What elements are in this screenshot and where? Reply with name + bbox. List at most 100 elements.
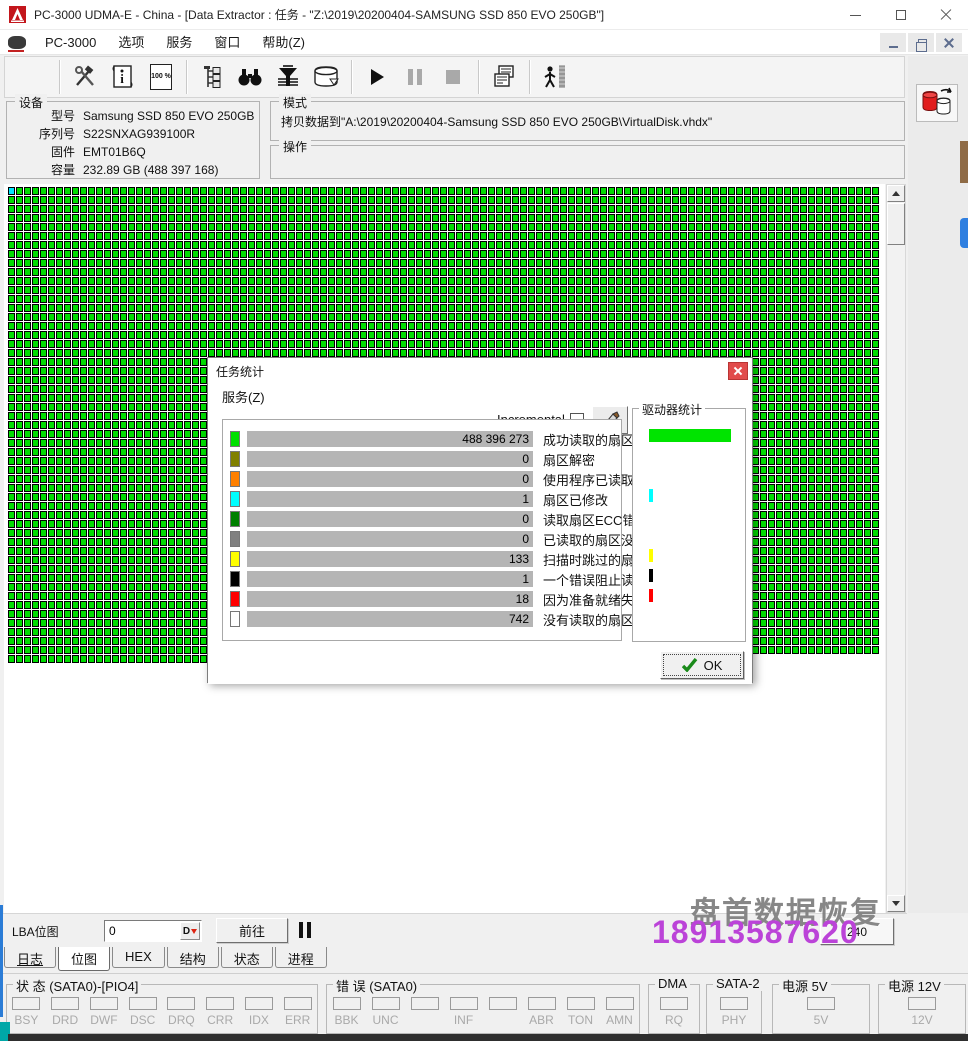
map-cell[interactable] [448, 304, 455, 312]
map-cell[interactable] [152, 304, 159, 312]
map-cell[interactable] [40, 439, 47, 447]
map-cell[interactable] [152, 511, 159, 519]
map-cell[interactable] [704, 241, 711, 249]
map-cell[interactable] [752, 448, 759, 456]
map-cell[interactable] [832, 556, 839, 564]
map-cell[interactable] [384, 250, 391, 258]
map-cell[interactable] [752, 268, 759, 276]
map-cell[interactable] [744, 268, 751, 276]
map-cell[interactable] [864, 250, 871, 258]
map-cell[interactable] [256, 232, 263, 240]
map-cell[interactable] [504, 205, 511, 213]
map-cell[interactable] [536, 205, 543, 213]
map-cell[interactable] [736, 187, 743, 195]
map-cell[interactable] [816, 556, 823, 564]
map-cell[interactable] [208, 340, 215, 348]
map-cell[interactable] [576, 214, 583, 222]
map-cell[interactable] [632, 340, 639, 348]
map-cell[interactable] [96, 367, 103, 375]
map-cell[interactable] [528, 187, 535, 195]
map-cell[interactable] [584, 304, 591, 312]
map-cell[interactable] [176, 412, 183, 420]
map-cell[interactable] [40, 394, 47, 402]
map-cell[interactable] [648, 196, 655, 204]
map-cell[interactable] [416, 340, 423, 348]
map-cell[interactable] [824, 232, 831, 240]
map-cell[interactable] [792, 340, 799, 348]
map-cell[interactable] [848, 547, 855, 555]
map-cell[interactable] [848, 304, 855, 312]
map-cell[interactable] [832, 304, 839, 312]
map-cell[interactable] [856, 493, 863, 501]
map-cell[interactable] [360, 295, 367, 303]
map-cell[interactable] [72, 385, 79, 393]
map-cell[interactable] [872, 529, 879, 537]
map-cell[interactable] [768, 331, 775, 339]
map-cell[interactable] [280, 232, 287, 240]
map-cell[interactable] [400, 349, 407, 357]
map-cell[interactable] [872, 241, 879, 249]
map-cell[interactable] [40, 304, 47, 312]
map-cell[interactable] [152, 295, 159, 303]
map-cell[interactable] [480, 223, 487, 231]
map-cell[interactable] [16, 358, 23, 366]
map-cell[interactable] [784, 268, 791, 276]
map-cell[interactable] [32, 259, 39, 267]
map-cell[interactable] [424, 322, 431, 330]
map-cell[interactable] [584, 322, 591, 330]
map-cell[interactable] [272, 286, 279, 294]
map-cell[interactable] [832, 529, 839, 537]
map-cell[interactable] [24, 547, 31, 555]
structure-tree-button[interactable] [195, 61, 229, 93]
map-cell[interactable] [824, 241, 831, 249]
map-cell[interactable] [56, 367, 63, 375]
map-cell[interactable] [456, 349, 463, 357]
map-cell[interactable] [560, 331, 567, 339]
map-cell[interactable] [768, 493, 775, 501]
map-cell[interactable] [200, 232, 207, 240]
map-cell[interactable] [408, 295, 415, 303]
map-cell[interactable] [816, 583, 823, 591]
map-cell[interactable] [304, 250, 311, 258]
map-cell[interactable] [856, 340, 863, 348]
map-cell[interactable] [560, 214, 567, 222]
map-cell[interactable] [224, 241, 231, 249]
map-cell[interactable] [560, 232, 567, 240]
map-cell[interactable] [64, 556, 71, 564]
map-cell[interactable] [728, 349, 735, 357]
map-cell[interactable] [184, 394, 191, 402]
map-cell[interactable] [768, 421, 775, 429]
map-cell[interactable] [664, 331, 671, 339]
map-cell[interactable] [432, 214, 439, 222]
map-cell[interactable] [352, 304, 359, 312]
map-cell[interactable] [720, 313, 727, 321]
map-cell[interactable] [64, 430, 71, 438]
map-cell[interactable] [184, 241, 191, 249]
map-cell[interactable] [616, 349, 623, 357]
map-cell[interactable] [16, 187, 23, 195]
map-cell[interactable] [328, 250, 335, 258]
map-cell[interactable] [640, 286, 647, 294]
map-cell[interactable] [368, 340, 375, 348]
map-cell[interactable] [32, 205, 39, 213]
map-cell[interactable] [792, 502, 799, 510]
map-cell[interactable] [840, 520, 847, 528]
map-cell[interactable] [168, 340, 175, 348]
map-cell[interactable] [856, 484, 863, 492]
map-cell[interactable] [768, 304, 775, 312]
map-cell[interactable] [760, 214, 767, 222]
map-cell[interactable] [768, 583, 775, 591]
map-cell[interactable] [864, 466, 871, 474]
map-cell[interactable] [56, 241, 63, 249]
map-cell[interactable] [88, 331, 95, 339]
map-cell[interactable] [656, 349, 663, 357]
map-cell[interactable] [816, 502, 823, 510]
map-cell[interactable] [184, 340, 191, 348]
map-cell[interactable] [792, 511, 799, 519]
map-cell[interactable] [56, 358, 63, 366]
map-cell[interactable] [360, 241, 367, 249]
map-cell[interactable] [192, 313, 199, 321]
map-cell[interactable] [248, 277, 255, 285]
map-cell[interactable] [664, 223, 671, 231]
map-cell[interactable] [16, 277, 23, 285]
